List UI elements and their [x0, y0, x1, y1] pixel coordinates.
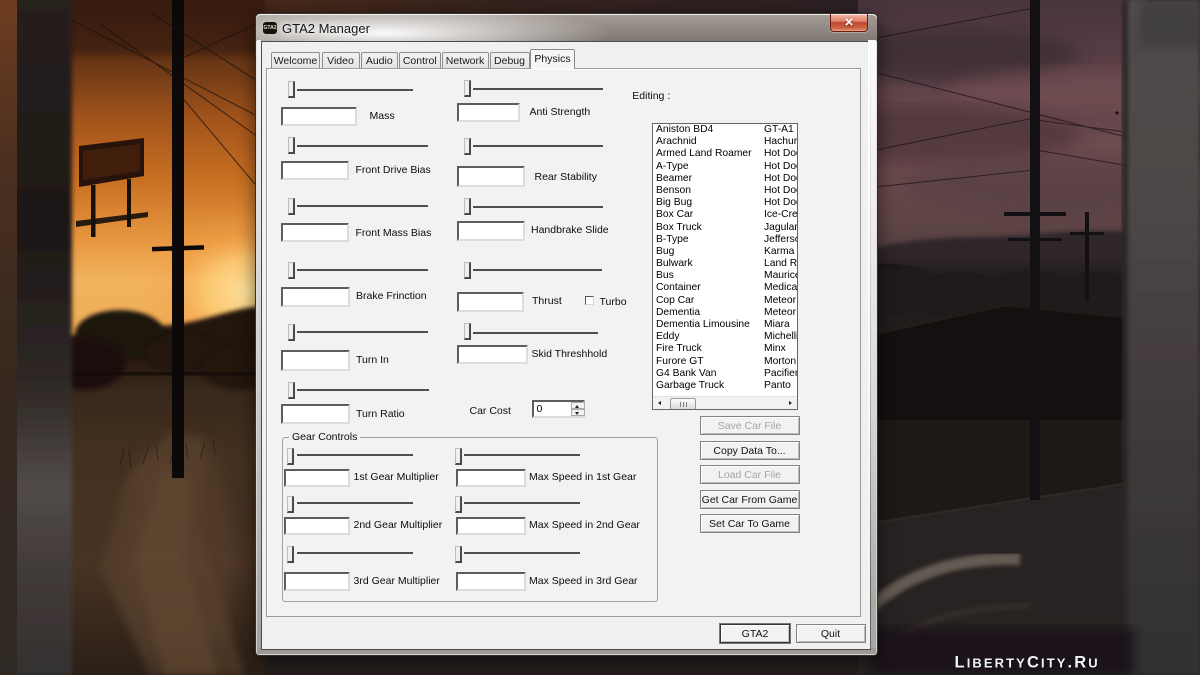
svg-text:LIBERTYCITY.RU: LIBERTYCITY.RU: [955, 654, 1100, 672]
